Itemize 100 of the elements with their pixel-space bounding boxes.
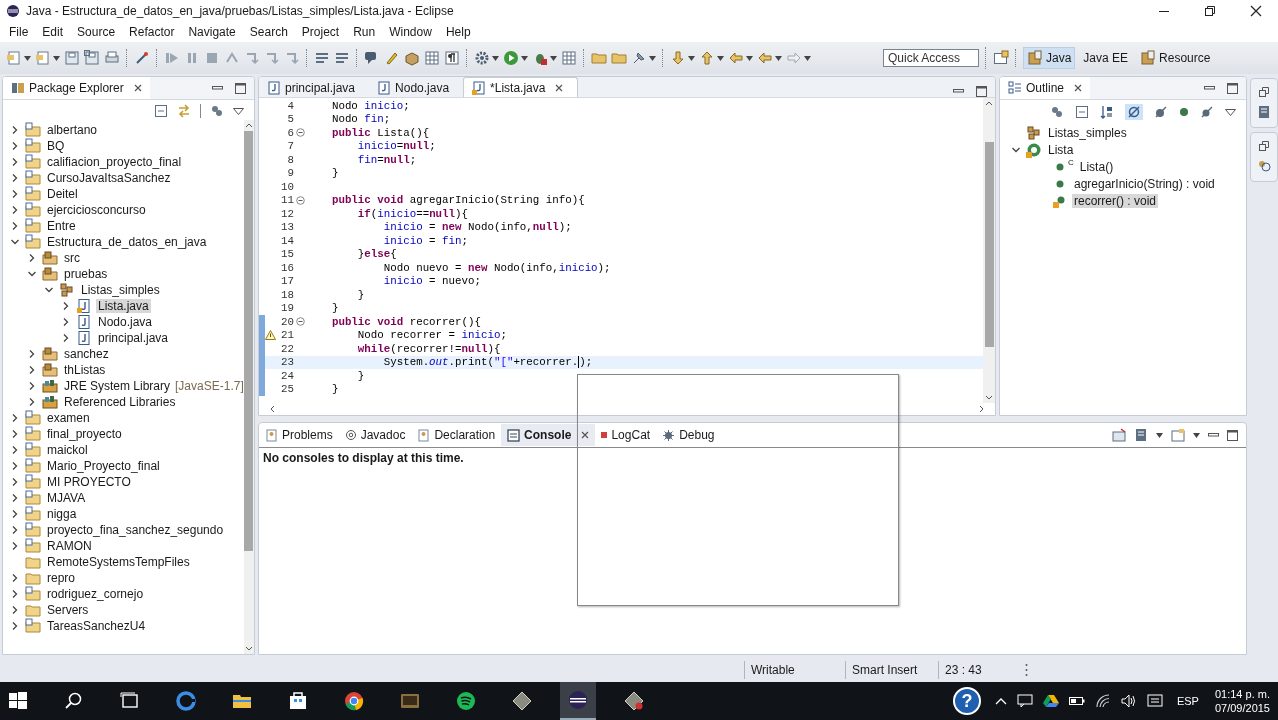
- maximize-icon[interactable]: [1227, 429, 1238, 441]
- chevron-up-icon[interactable]: [994, 697, 1007, 705]
- fold-icon[interactable]: [295, 128, 305, 138]
- chevron-right-icon[interactable]: [10, 605, 20, 615]
- run-icon[interactable]: [503, 50, 519, 66]
- tree-item[interactable]: pruebas: [62, 267, 110, 281]
- chevron-down-icon[interactable]: [27, 269, 37, 279]
- tree-item[interactable]: Listas_simples: [79, 283, 162, 297]
- printer-icon[interactable]: [104, 50, 120, 66]
- caret-icon[interactable]: [24, 55, 31, 61]
- arrow-up-icon[interactable]: [699, 50, 715, 66]
- menu-item[interactable]: File: [2, 25, 36, 39]
- scroll-up-icon[interactable]: [985, 100, 993, 106]
- close-icon[interactable]: [1250, 5, 1262, 17]
- chevron-right-icon[interactable]: [10, 157, 20, 167]
- perspective-button[interactable]: Java: [1023, 47, 1076, 69]
- tree-item[interactable]: repro: [45, 571, 77, 585]
- scroll-up-icon[interactable]: [244, 122, 253, 128]
- tree-item[interactable]: CursoJavaItsaSanchez: [45, 171, 173, 185]
- chevron-right-icon[interactable]: [10, 173, 20, 183]
- cloud-drive-icon[interactable]: [1042, 694, 1059, 708]
- tree-item[interactable]: examen: [45, 411, 92, 425]
- quick-access-field[interactable]: Quick Access: [883, 49, 979, 67]
- pin-console-icon[interactable]: [1112, 428, 1126, 442]
- view-tab[interactable]: Problems: [259, 424, 339, 446]
- dot-filter-icon[interactable]: [1179, 107, 1189, 117]
- collapse-all-icon[interactable]: [154, 104, 168, 118]
- help-people-icon[interactable]: [1257, 159, 1271, 173]
- chevron-down-icon[interactable]: [10, 237, 20, 247]
- caret-icon[interactable]: [804, 55, 811, 61]
- menu-item[interactable]: Edit: [35, 25, 71, 39]
- input-language[interactable]: ESP: [1176, 695, 1199, 707]
- caret-icon[interactable]: [717, 55, 724, 61]
- chevron-right-icon[interactable]: [10, 125, 20, 135]
- back-arrow-icon[interactable]: [728, 50, 744, 66]
- caret-icon[interactable]: [492, 55, 499, 61]
- chevron-right-icon[interactable]: [61, 333, 71, 343]
- chevron-right-icon[interactable]: [10, 461, 20, 471]
- scroll-down-icon[interactable]: [244, 646, 253, 652]
- sort-icon[interactable]: [1100, 105, 1114, 119]
- chevron-right-icon[interactable]: [10, 541, 20, 551]
- chevron-right-icon[interactable]: [27, 365, 37, 375]
- chevron-down-icon[interactable]: [44, 285, 54, 295]
- view-tab[interactable]: Outline: [1000, 77, 1091, 99]
- menu-item[interactable]: Help: [438, 25, 478, 39]
- editor-tab[interactable]: Nodo.java: [369, 78, 464, 97]
- taskbar-button[interactable]: [560, 682, 596, 720]
- scroll-left-icon[interactable]: [269, 405, 275, 413]
- outline-item[interactable]: Lista(): [1077, 159, 1116, 174]
- chevron-right-icon[interactable]: [10, 621, 20, 631]
- chevron-right-icon[interactable]: [10, 413, 20, 423]
- wifi-icon[interactable]: [1094, 694, 1111, 708]
- view-menu-icon[interactable]: [1225, 108, 1236, 116]
- tree-item[interactable]: albertano: [45, 123, 100, 137]
- scroll-right-icon[interactable]: [979, 405, 985, 413]
- tree-item[interactable]: final_proyecto: [45, 427, 124, 441]
- tree-item[interactable]: Entre: [45, 219, 78, 233]
- eclipse-icon[interactable]: [567, 689, 589, 711]
- maximize-icon[interactable]: [235, 82, 246, 94]
- chevron-right-icon[interactable]: [27, 381, 37, 391]
- chevron-right-icon[interactable]: [10, 141, 20, 151]
- list-icon[interactable]: [314, 50, 330, 66]
- wand-icon[interactable]: [134, 50, 150, 66]
- restore-icon[interactable]: [1259, 141, 1269, 151]
- collapse-all-icon[interactable]: [1075, 105, 1089, 119]
- round-browser-icon[interactable]: [343, 690, 365, 712]
- open-perspective-icon[interactable]: [993, 50, 1009, 66]
- notification-icon[interactable]: [1146, 694, 1163, 708]
- browser-icon[interactable]: [175, 690, 197, 712]
- hide-fields-icon[interactable]: [1125, 104, 1143, 120]
- chevron-right-icon[interactable]: [10, 589, 20, 599]
- close-icon[interactable]: [555, 83, 564, 92]
- outline-item[interactable]: Listas_simples: [1046, 125, 1129, 140]
- view-tab[interactable]: Package Explorer: [3, 77, 150, 99]
- close-icon[interactable]: [1074, 84, 1083, 92]
- tree-item[interactable]: principal.java: [96, 331, 171, 345]
- filter-icon[interactable]: [1050, 105, 1064, 119]
- list-icon[interactable]: [334, 50, 350, 66]
- pencil-icon[interactable]: [384, 50, 400, 66]
- tree-item[interactable]: Referenced Libraries: [62, 395, 178, 409]
- tree-item[interactable]: Deitel: [45, 187, 80, 201]
- tree-item[interactable]: BQ: [45, 139, 67, 153]
- tree-item[interactable]: Lista.java: [96, 299, 151, 313]
- menu-item[interactable]: Refactor: [122, 25, 182, 39]
- back-arrow-icon[interactable]: [757, 50, 773, 66]
- maximize-icon[interactable]: [1227, 82, 1238, 94]
- caret-icon[interactable]: [53, 55, 60, 61]
- menu-item[interactable]: Search: [242, 25, 295, 39]
- filter-icon[interactable]: [210, 104, 224, 118]
- caret-icon[interactable]: [688, 55, 695, 61]
- chevron-right-icon[interactable]: [10, 477, 20, 487]
- chevron-right-icon[interactable]: [10, 445, 20, 455]
- windows-logo-icon[interactable]: [7, 690, 29, 712]
- caret-icon[interactable]: [746, 55, 753, 61]
- tree-item[interactable]: Estructura_de_datos_en_java: [45, 235, 209, 249]
- fold-icon[interactable]: [295, 317, 305, 327]
- chevron-right-icon[interactable]: [10, 205, 20, 215]
- perspective-button[interactable]: Java EE: [1079, 48, 1133, 68]
- tree-item[interactable]: nigga: [45, 507, 79, 521]
- caret-icon[interactable]: [1156, 432, 1163, 438]
